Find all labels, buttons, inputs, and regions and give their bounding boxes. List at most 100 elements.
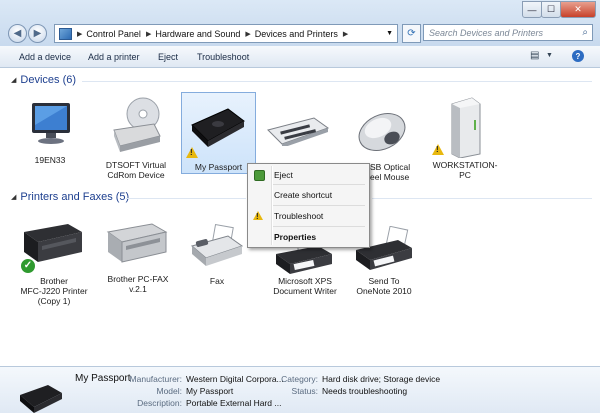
monitor-icon <box>32 103 70 144</box>
maximize-button[interactable]: ☐ <box>541 1 561 18</box>
refresh-icon: ⟳ <box>407 28 416 39</box>
device-label: 19EN33 <box>34 155 66 165</box>
warning-icon <box>186 147 198 158</box>
device-label: My Passport <box>194 162 243 172</box>
menu-item-eject[interactable]: Eject <box>248 168 367 182</box>
command-bar: Add a device Add a printer Eject Trouble… <box>0 46 600 68</box>
add-device-button[interactable]: Add a device <box>19 52 71 62</box>
description-value: Portable External Hard ... <box>186 398 282 408</box>
menu-label: Properties <box>274 232 317 242</box>
minimize-icon: — <box>527 4 537 15</box>
default-printer-check-icon: ✓ <box>20 258 36 274</box>
menu-label: Eject <box>274 170 293 180</box>
collapse-arrow-icon: ◢ <box>11 194 17 201</box>
menu-separator <box>273 184 365 185</box>
maximize-icon: ☐ <box>546 4 556 14</box>
close-icon: ✕ <box>574 4 582 14</box>
address-bar[interactable]: ▶ Control Panel ▶ Hardware and Sound ▶ D… <box>54 24 398 43</box>
printer-fax[interactable]: Fax <box>182 222 252 288</box>
address-dropdown-icon[interactable]: ▼ <box>386 30 393 37</box>
menu-item-create-shortcut[interactable]: Create shortcut <box>248 188 367 202</box>
menu-separator <box>273 226 365 227</box>
printer-label: Brother PC-FAX v.2.1 <box>107 274 169 294</box>
device-workstation-pc[interactable]: WORKSTATION- PC <box>428 94 502 186</box>
group-divider <box>82 81 592 82</box>
breadcrumb-control-panel[interactable]: Control Panel <box>86 29 141 39</box>
help-icon: ? <box>575 51 581 61</box>
computer-tower-icon <box>451 97 481 158</box>
control-panel-icon <box>59 27 72 40</box>
details-pane: My Passport Manufacturer: Western Digita… <box>0 366 600 413</box>
device-label: SB Optical eel Mouse <box>370 162 411 182</box>
add-printer-button[interactable]: Add a printer <box>88 52 140 62</box>
menu-label: Troubleshoot <box>274 211 324 221</box>
collapse-arrow-icon: ◢ <box>11 77 17 84</box>
menu-item-properties[interactable]: Properties <box>248 230 367 244</box>
external-drive-icon <box>191 108 245 147</box>
view-dropdown-icon[interactable]: ▼ <box>546 52 553 59</box>
category-label: Category: <box>281 374 318 384</box>
model-value: My Passport <box>186 386 234 396</box>
printers-group-header[interactable]: ◢ Printers and Faxes (5) <box>11 191 129 203</box>
cd-drive-icon <box>113 97 161 152</box>
context-menu: Eject Create shortcut Troubleshoot Prope… <box>247 163 370 248</box>
eject-icon <box>254 170 265 181</box>
printer-brother-mfc[interactable]: ✓ Brother MFC-J220 Printer (Copy 1) <box>12 216 96 312</box>
breadcrumb-separator-icon: ▶ <box>77 30 83 38</box>
devices-group-label: Devices (6) <box>20 74 77 86</box>
refresh-button[interactable]: ⟳ <box>402 24 421 43</box>
external-drive-icon <box>20 385 62 413</box>
breadcrumb-separator-icon: ▶ <box>245 30 251 38</box>
menu-item-troubleshoot[interactable]: Troubleshoot <box>248 209 367 223</box>
status-value: Needs troubleshooting <box>322 386 408 396</box>
group-divider <box>372 198 592 199</box>
manufacturer-value: Western Digital Corpora... <box>186 374 284 384</box>
troubleshoot-button[interactable]: Troubleshoot <box>197 52 249 62</box>
minimize-button[interactable]: — <box>522 1 542 18</box>
description-label: Description: <box>137 398 182 408</box>
printers-group-label: Printers and Faxes (5) <box>20 191 130 203</box>
eject-button[interactable]: Eject <box>158 52 178 62</box>
device-label: DTSOFT Virtual CdRom Device <box>105 160 167 180</box>
fax-printer-icon <box>106 223 168 263</box>
breadcrumb-devices-and-printers[interactable]: Devices and Printers <box>255 29 338 39</box>
printer-label: Microsoft XPS Document Writer <box>273 276 337 296</box>
close-button[interactable]: ✕ <box>560 1 596 18</box>
forward-button[interactable]: ▶ <box>28 24 47 43</box>
breadcrumb-separator-icon: ▶ <box>145 30 152 38</box>
forward-arrow-icon: ▶ <box>33 28 42 39</box>
printer-microsoft-xps[interactable]: Microsoft XPS Document Writer <box>262 240 348 300</box>
title-bar: — ☐ ✕ ◀ ▶ ▶ Control Panel ▶ Hardware and… <box>0 0 600 47</box>
printer-label: Brother MFC-J220 Printer (Copy 1) <box>20 276 88 306</box>
help-button[interactable]: ? <box>572 50 584 62</box>
device-monitor[interactable]: 19EN33 <box>18 96 82 166</box>
category-value: Hard disk drive; Storage device <box>322 374 441 384</box>
breadcrumb-hardware-and-sound[interactable]: Hardware and Sound <box>155 29 240 39</box>
keyboard-icon <box>267 117 330 146</box>
menu-label: Create shortcut <box>274 190 333 200</box>
search-placeholder: Search Devices and Printers <box>429 27 544 38</box>
manufacturer-label: Manufacturer: <box>129 374 182 384</box>
model-label: Model: <box>156 386 182 396</box>
warning-icon <box>432 144 444 155</box>
mouse-icon <box>358 113 406 151</box>
back-button[interactable]: ◀ <box>8 24 27 43</box>
menu-separator <box>273 205 365 206</box>
search-input[interactable]: Search Devices and Printers ⌕ <box>423 24 593 41</box>
devices-group-header[interactable]: ◢ Devices (6) <box>11 74 76 86</box>
device-my-passport[interactable]: My Passport <box>181 92 256 174</box>
view-options-icon[interactable]: ▤ <box>530 50 539 61</box>
search-icon: ⌕ <box>582 27 588 38</box>
printer-label: Fax <box>209 276 225 286</box>
device-virtual-cdrom[interactable]: DTSOFT Virtual CdRom Device <box>98 94 174 184</box>
printer-brother-pc-fax[interactable]: Brother PC-FAX v.2.1 <box>96 218 180 298</box>
breadcrumb-separator-icon: ▶ <box>342 30 349 38</box>
back-arrow-icon: ◀ <box>13 28 22 39</box>
status-label: Status: <box>291 386 318 396</box>
device-keyboard[interactable] <box>262 110 332 162</box>
device-label: WORKSTATION- PC <box>432 160 498 180</box>
fax-machine-icon <box>190 224 244 266</box>
printer-label: Send To OneNote 2010 <box>356 276 412 296</box>
group-divider <box>126 198 246 199</box>
warning-icon <box>253 211 263 221</box>
